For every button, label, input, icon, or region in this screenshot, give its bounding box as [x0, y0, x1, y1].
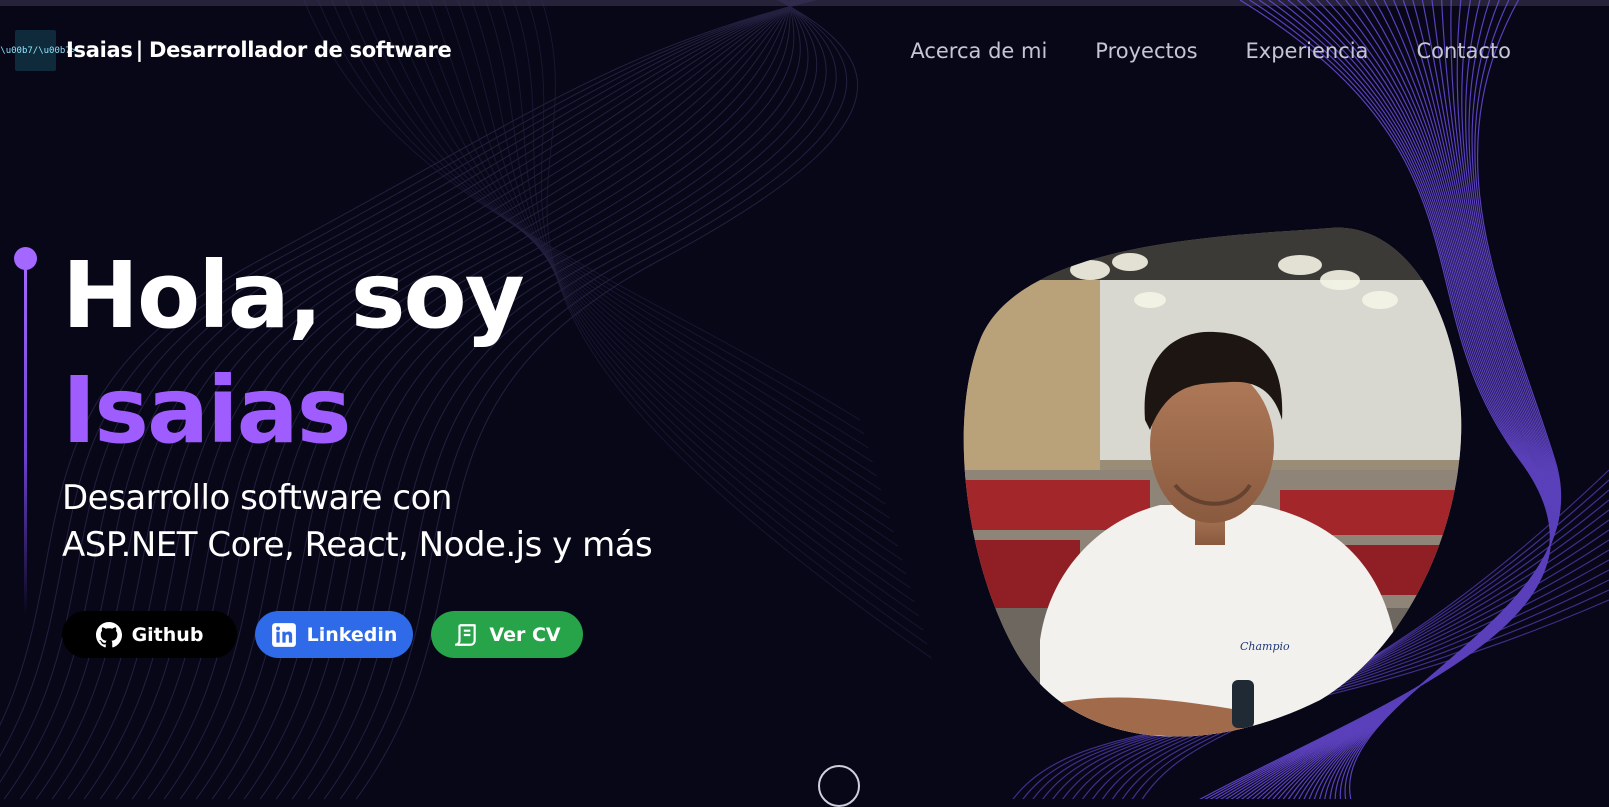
github-button[interactable]: Github [62, 611, 237, 658]
hero-description: Desarrollo software con ASP.NET Core, Re… [62, 475, 653, 569]
view-cv-button-label: Ver CV [489, 623, 561, 646]
linkedin-icon [271, 622, 297, 648]
hero-heading: Hola, soy Isaias [62, 238, 525, 468]
brand-name: Isaias [66, 38, 133, 62]
nav-link-contact[interactable]: Contacto [1416, 39, 1511, 63]
hero-description-line-2: ASP.NET Core, React, Node.js y más [62, 525, 653, 565]
svg-text:Champio: Champio [1240, 640, 1290, 653]
nav-link-experience[interactable]: Experiencia [1246, 39, 1369, 63]
document-icon [453, 622, 479, 648]
site-header: <\u00b7/\u00b7> Isaias | Desarrollador de … [0, 6, 1609, 98]
accent-vertical-line [24, 265, 27, 615]
view-cv-button[interactable]: Ver CV [431, 611, 583, 658]
main-nav: Acerca de mi Proyectos Experiencia Conta… [910, 39, 1511, 63]
nav-link-projects[interactable]: Proyectos [1095, 39, 1197, 63]
github-button-label: Github [131, 623, 204, 646]
profile-photo: Champio [963, 227, 1462, 737]
hero-name: Isaias [62, 357, 351, 464]
nav-link-about[interactable]: Acerca de mi [910, 39, 1047, 63]
hero-greeting: Hola, soy [62, 242, 525, 349]
brand-title[interactable]: Isaias | Desarrollador de software [66, 38, 452, 62]
social-buttons: Github Linkedin Ver CV [62, 611, 583, 658]
linkedin-button-label: Linkedin [306, 623, 398, 646]
logo-code-icon[interactable]: <\u00b7/\u00b7> [0, 30, 76, 71]
hero-description-line-1: Desarrollo software con [62, 478, 452, 518]
brand-tagline: Desarrollador de software [148, 38, 452, 62]
github-icon [95, 621, 122, 648]
brand-separator: | [135, 38, 144, 62]
scroll-down-indicator[interactable] [818, 765, 860, 807]
linkedin-button[interactable]: Linkedin [255, 611, 413, 658]
